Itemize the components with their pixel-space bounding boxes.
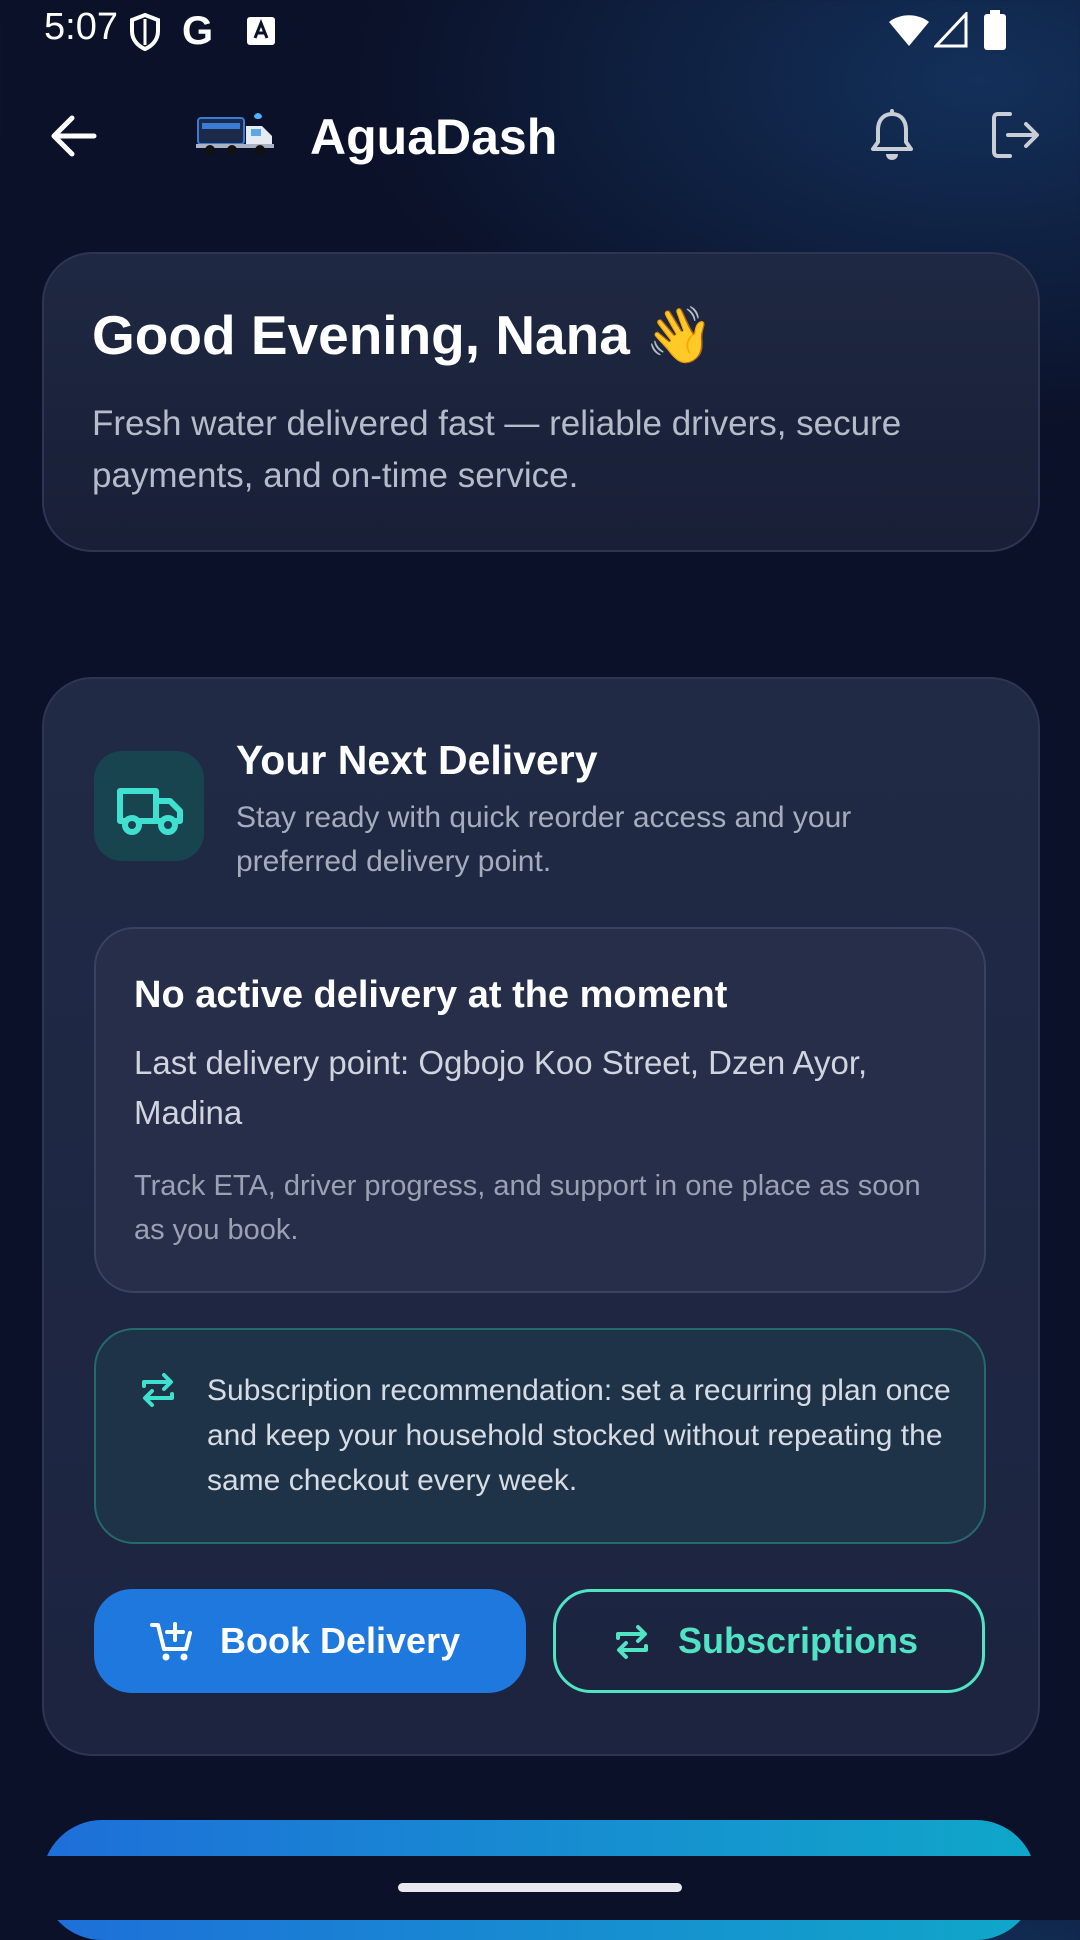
delivery-icon-tile <box>94 751 204 861</box>
status-time: 5:07 <box>44 6 118 48</box>
wifi-icon <box>889 15 929 46</box>
back-arrow-icon[interactable] <box>48 112 98 160</box>
greeting-subtitle: Fresh water delivered fast — reliable dr… <box>92 404 902 495</box>
subscriptions-label: Subscriptions <box>678 1620 919 1661</box>
book-delivery-label: Book Delivery <box>220 1620 461 1661</box>
subscriptions-button[interactable]: Subscriptions <box>553 1589 985 1693</box>
subscription-recommendation-text: Subscription recommendation: set a recur… <box>207 1374 951 1497</box>
bell-icon[interactable] <box>868 108 916 164</box>
app-title: AguaDash <box>310 109 558 165</box>
add-cart-icon <box>150 1622 192 1661</box>
shield-icon <box>130 12 160 52</box>
delivery-status-title: No active delivery at the moment <box>134 974 728 1016</box>
logout-icon[interactable] <box>990 110 1042 160</box>
next-delivery-subtitle: Stay ready with quick reorder access and… <box>236 801 852 878</box>
delivery-status-note: Track ETA, driver progress, and support … <box>134 1170 921 1246</box>
google-icon: G <box>182 9 214 53</box>
next-delivery-title: Your Next Delivery <box>236 737 598 783</box>
battery-icon <box>984 10 1006 50</box>
last-delivery-point: Last delivery point: Ogbojo Koo Street, … <box>134 1044 868 1131</box>
repeat-icon <box>616 1625 648 1659</box>
cell-signal-icon <box>934 12 968 48</box>
home-gesture-handle[interactable] <box>398 1883 682 1892</box>
book-delivery-button[interactable]: Book Delivery <box>94 1589 526 1693</box>
water-truck-logo <box>196 113 274 155</box>
repeat-icon <box>142 1373 174 1407</box>
greeting-title: Good Evening, Nana 👋 <box>92 304 714 366</box>
keyboard-a-icon <box>247 17 275 45</box>
delivery-truck-icon <box>117 788 183 835</box>
